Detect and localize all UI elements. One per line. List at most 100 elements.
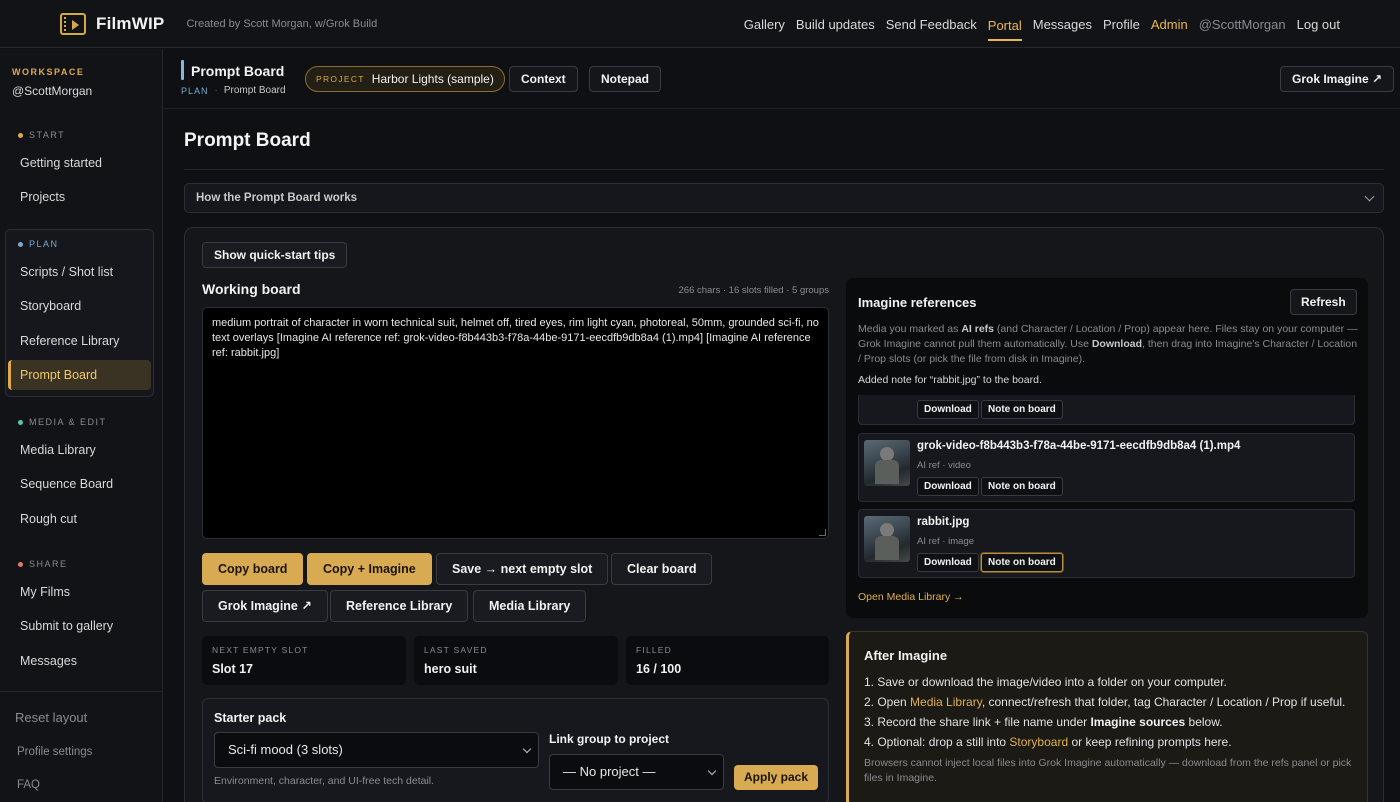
header-title: Prompt Board xyxy=(191,63,285,79)
after-imagine-footnote: Browsers cannot inject local files into … xyxy=(864,757,1352,784)
nav-profile[interactable]: Profile xyxy=(1103,13,1140,36)
after-imagine-title: After Imagine xyxy=(864,648,948,663)
reference-library-button[interactable]: Reference Library xyxy=(330,590,469,622)
sidebar-item-my-films[interactable]: My Films xyxy=(8,577,151,607)
working-board-textarea[interactable]: medium portrait of character in worn tec… xyxy=(202,307,829,539)
video-thumbnail xyxy=(864,440,910,486)
brand-credit: Created by Scott Morgan, w/Grok Build xyxy=(186,17,378,30)
step-1: 1. Save or download the image/video into… xyxy=(864,675,1227,689)
media-library-link[interactable]: Media Library xyxy=(910,695,982,709)
grok-imagine-header-button[interactable]: Grok Imagine ↗ xyxy=(1280,66,1395,92)
context-button[interactable]: Context xyxy=(509,66,578,92)
section-label-start: START xyxy=(18,130,65,140)
apply-pack-button[interactable]: Apply pack xyxy=(734,765,819,790)
copy-board-button[interactable]: Copy board xyxy=(202,553,304,585)
sidebar-item-prompt-board[interactable]: Prompt Board xyxy=(8,360,151,390)
copy-imagine-button[interactable]: Copy + Imagine xyxy=(307,553,432,585)
note-on-board-button[interactable]: Note on board xyxy=(981,400,1063,419)
ref-card: rabbit.jpg AI ref · image Download Note … xyxy=(858,509,1355,578)
quick-start-tips-button[interactable]: Show quick-start tips xyxy=(202,242,348,268)
sidebar-item-rough-cut[interactable]: Rough cut xyxy=(8,504,151,534)
notepad-button[interactable]: Notepad xyxy=(589,66,661,92)
page-header: Prompt Board PLAN · Prompt Board PROJECT… xyxy=(164,49,1400,109)
step-4: 4. Optional: drop a still into Storyboar… xyxy=(864,735,1232,749)
section-label-media: MEDIA & EDIT xyxy=(18,417,107,427)
how-it-works-accordion[interactable]: How the Prompt Board works xyxy=(184,183,1384,213)
status-note: Added note for “rabbit.jpg” to the board… xyxy=(858,374,1042,386)
breadcrumb-section[interactable]: PLAN xyxy=(181,85,209,96)
starter-pack-hint: Environment, character, and UI-free tech… xyxy=(214,775,435,787)
nav-user-handle: @ScottMorgan xyxy=(1198,16,1286,32)
film-logo-icon xyxy=(60,12,86,35)
workspace-user: @ScottMorgan xyxy=(12,84,93,98)
ref-file-name: grok-video-f8b443b3-f78a-44be-9171-eecdf… xyxy=(917,440,1241,452)
sidebar-item-storyboard[interactable]: Storyboard xyxy=(8,291,151,321)
nav-gallery[interactable]: Gallery xyxy=(744,13,785,36)
note-on-board-button[interactable]: Note on board xyxy=(981,553,1063,572)
sidebar-item-messages[interactable]: Messages xyxy=(8,646,151,676)
sidebar-item-getting-started[interactable]: Getting started xyxy=(8,148,151,178)
ref-file-type: AI ref · video xyxy=(917,460,971,471)
ref-card: grok-video-f8b443b3-f78a-44be-9171-eecdf… xyxy=(858,433,1355,502)
imagine-references-title: Imagine references xyxy=(858,295,977,310)
title-divider xyxy=(184,169,1384,170)
media-dot-icon xyxy=(18,419,23,425)
storyboard-link[interactable]: Storyboard xyxy=(1009,735,1068,749)
section-label-share: SHARE xyxy=(18,559,68,569)
top-nav: Gallery Build updates Send Feedback Port… xyxy=(744,0,1340,48)
brand[interactable]: FilmWIP Created by Scott Morgan, w/Grok … xyxy=(60,12,378,35)
download-button[interactable]: Download xyxy=(917,400,979,419)
profile-settings-link[interactable]: Profile settings xyxy=(17,746,92,758)
starter-pack-select[interactable]: Sci-fi mood (3 slots) xyxy=(214,732,539,768)
main-content: Prompt Board How the Prompt Board works … xyxy=(164,110,1400,802)
ref-card-partial: Download Note on board xyxy=(858,395,1355,425)
media-library-button[interactable]: Media Library xyxy=(473,590,587,622)
nav-admin[interactable]: Admin xyxy=(1151,13,1188,36)
sidebar-item-reference-library[interactable]: Reference Library xyxy=(8,326,151,356)
sidebar-item-sequence-board[interactable]: Sequence Board xyxy=(8,469,151,499)
faq-link[interactable]: FAQ xyxy=(17,779,40,791)
header-accent-bar xyxy=(181,60,184,80)
project-pill[interactable]: PROJECT Harbor Lights (sample) xyxy=(305,66,505,92)
sidebar: WORKSPACE @ScottMorgan START Getting sta… xyxy=(0,49,163,802)
project-name: Harbor Lights (sample) xyxy=(371,72,494,86)
refresh-button[interactable]: Refresh xyxy=(1290,289,1357,315)
note-on-board-button[interactable]: Note on board xyxy=(981,477,1063,496)
nav-messages[interactable]: Messages xyxy=(1033,13,1092,36)
sidebar-divider xyxy=(0,691,162,692)
nav-send-feedback[interactable]: Send Feedback xyxy=(886,13,977,36)
nav-portal[interactable]: Portal xyxy=(987,14,1022,41)
imagine-references-description: Media you marked as AI refs (and Charact… xyxy=(858,323,1358,365)
reset-layout-button[interactable]: Reset layout xyxy=(15,710,87,725)
clear-board-button[interactable]: Clear board xyxy=(611,553,713,585)
chevron-down-icon xyxy=(1364,191,1375,202)
ref-file-name: rabbit.jpg xyxy=(917,516,970,528)
starter-pack-title: Starter pack xyxy=(214,711,287,725)
breadcrumb-page: Prompt Board xyxy=(223,85,286,96)
download-button[interactable]: Download xyxy=(917,553,979,572)
sidebar-item-submit-gallery[interactable]: Submit to gallery xyxy=(8,611,151,641)
link-project-select[interactable]: — No project — xyxy=(549,754,724,790)
breadcrumb: PLAN · Prompt Board xyxy=(181,85,286,96)
nav-logout[interactable]: Log out xyxy=(1297,13,1340,36)
workspace-label: WORKSPACE xyxy=(12,67,85,77)
download-button[interactable]: Download xyxy=(917,477,979,496)
prompt-board-panel: Show quick-start tips Working board 266 … xyxy=(184,227,1384,802)
sidebar-item-scripts[interactable]: Scripts / Shot list xyxy=(8,257,151,287)
top-bar: FilmWIP Created by Scott Morgan, w/Grok … xyxy=(0,0,1400,48)
breadcrumb-separator: · xyxy=(214,85,218,96)
sidebar-item-projects[interactable]: Projects xyxy=(8,182,151,212)
grok-imagine-button[interactable]: Grok Imagine ↗ xyxy=(202,590,328,622)
open-media-library-link[interactable]: Open Media Library → xyxy=(858,591,964,603)
image-thumbnail xyxy=(864,516,910,562)
sidebar-item-media-library[interactable]: Media Library xyxy=(8,435,151,465)
nav-build-updates[interactable]: Build updates xyxy=(796,13,875,36)
step-2: 2. Open Media Library, connect/refresh t… xyxy=(864,695,1346,709)
working-board-title: Working board xyxy=(202,281,301,297)
project-key: PROJECT xyxy=(316,74,365,84)
working-board-meta: 266 chars · 16 slots filled · 5 groups xyxy=(678,285,830,296)
save-next-slot-button[interactable]: Save → next empty slot xyxy=(436,553,609,585)
accordion-label: How the Prompt Board works xyxy=(196,192,358,204)
chevron-down-icon xyxy=(707,766,717,776)
section-label-plan: PLAN xyxy=(18,239,59,249)
